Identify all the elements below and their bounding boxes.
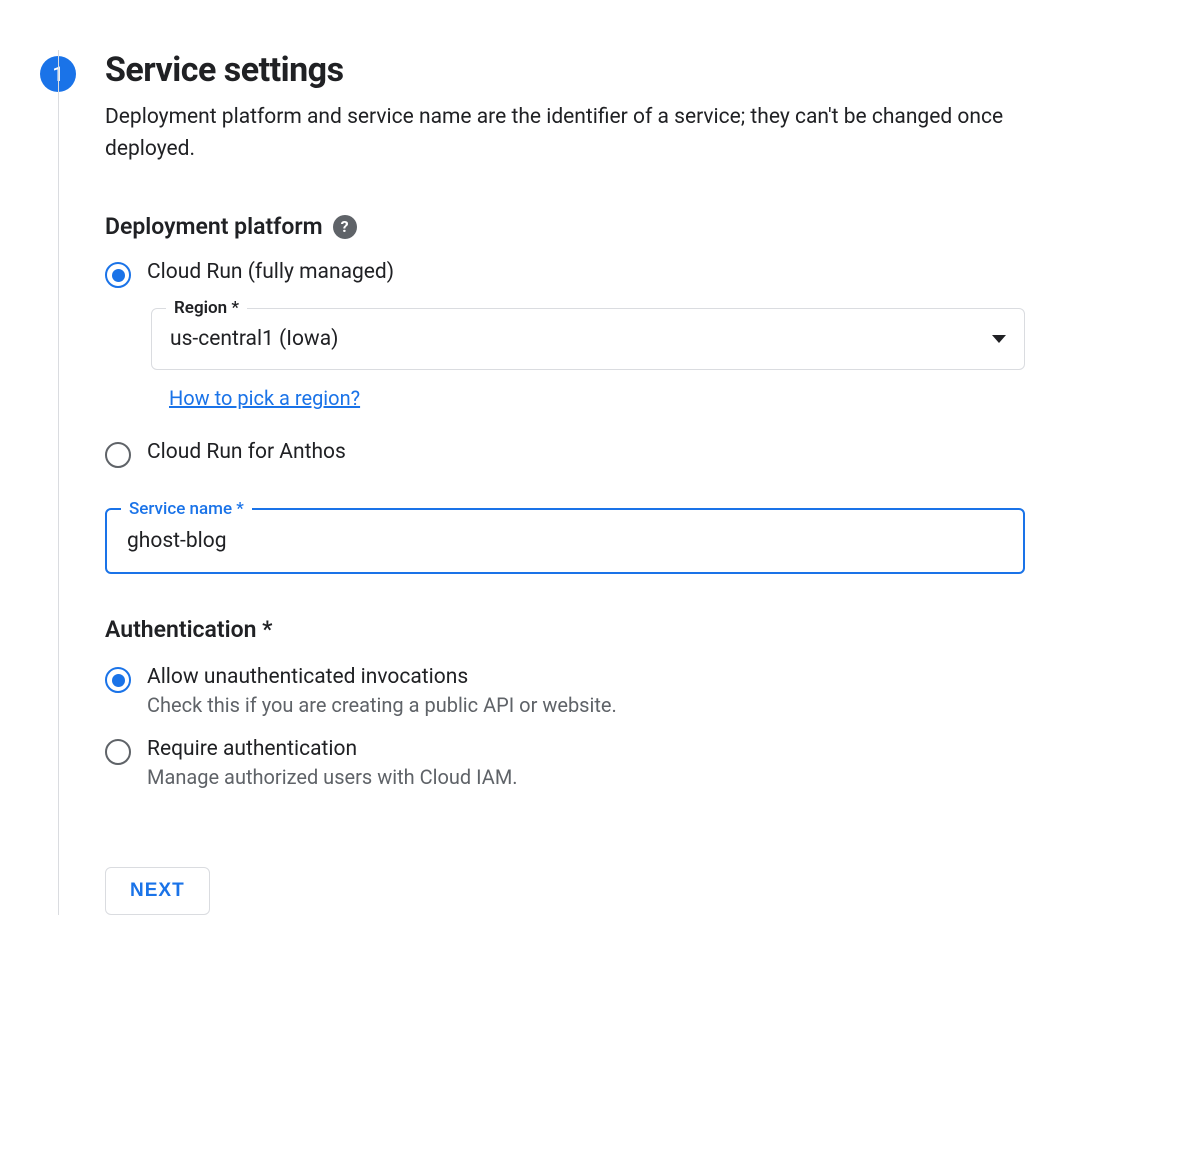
next-button[interactable]: NEXT bbox=[105, 867, 210, 915]
radio-label: Cloud Run (fully managed) bbox=[147, 260, 394, 284]
radio-icon[interactable] bbox=[105, 667, 131, 693]
region-help-link[interactable]: How to pick a region? bbox=[169, 386, 360, 410]
radio-label: Require authentication bbox=[147, 737, 518, 761]
step-container: 1 Service settings Deployment platform a… bbox=[40, 50, 1138, 915]
deployment-platform-heading: Deployment platform bbox=[105, 213, 323, 240]
radio-fully-managed[interactable]: Cloud Run (fully managed) bbox=[105, 260, 1025, 288]
help-icon[interactable]: ? bbox=[333, 215, 357, 239]
authentication-heading: Authentication * bbox=[105, 616, 1025, 643]
radio-hint: Manage authorized users with Cloud IAM. bbox=[147, 765, 518, 789]
service-name-label: Service name * bbox=[121, 499, 252, 519]
radio-require-authentication[interactable]: Require authentication Manage authorized… bbox=[105, 737, 1025, 789]
radio-icon[interactable] bbox=[105, 262, 131, 288]
radio-label: Allow unauthenticated invocations bbox=[147, 665, 617, 689]
page-description: Deployment platform and service name are… bbox=[105, 102, 1025, 165]
region-value: us-central1 (Iowa) bbox=[170, 327, 992, 351]
authentication-section: Authentication * Allow unauthenticated i… bbox=[105, 616, 1025, 789]
region-label: Region * bbox=[166, 298, 247, 318]
region-block: Region * us-central1 (Iowa) How to pick … bbox=[151, 308, 1025, 410]
step-body: Service settings Deployment platform and… bbox=[58, 50, 1138, 915]
radio-hint: Check this if you are creating a public … bbox=[147, 693, 617, 717]
radio-icon[interactable] bbox=[105, 739, 131, 765]
service-name-input[interactable] bbox=[125, 528, 1005, 554]
radio-icon[interactable] bbox=[105, 442, 131, 468]
chevron-down-icon bbox=[992, 335, 1006, 343]
radio-allow-unauthenticated[interactable]: Allow unauthenticated invocations Check … bbox=[105, 665, 1025, 717]
radio-label: Cloud Run for Anthos bbox=[147, 440, 346, 464]
radio-anthos[interactable]: Cloud Run for Anthos bbox=[105, 440, 1025, 468]
region-select[interactable]: Region * us-central1 (Iowa) bbox=[151, 308, 1025, 370]
deployment-platform-heading-row: Deployment platform ? bbox=[105, 213, 1025, 240]
page-title: Service settings bbox=[105, 50, 1025, 90]
service-name-field[interactable]: Service name * bbox=[105, 508, 1025, 574]
